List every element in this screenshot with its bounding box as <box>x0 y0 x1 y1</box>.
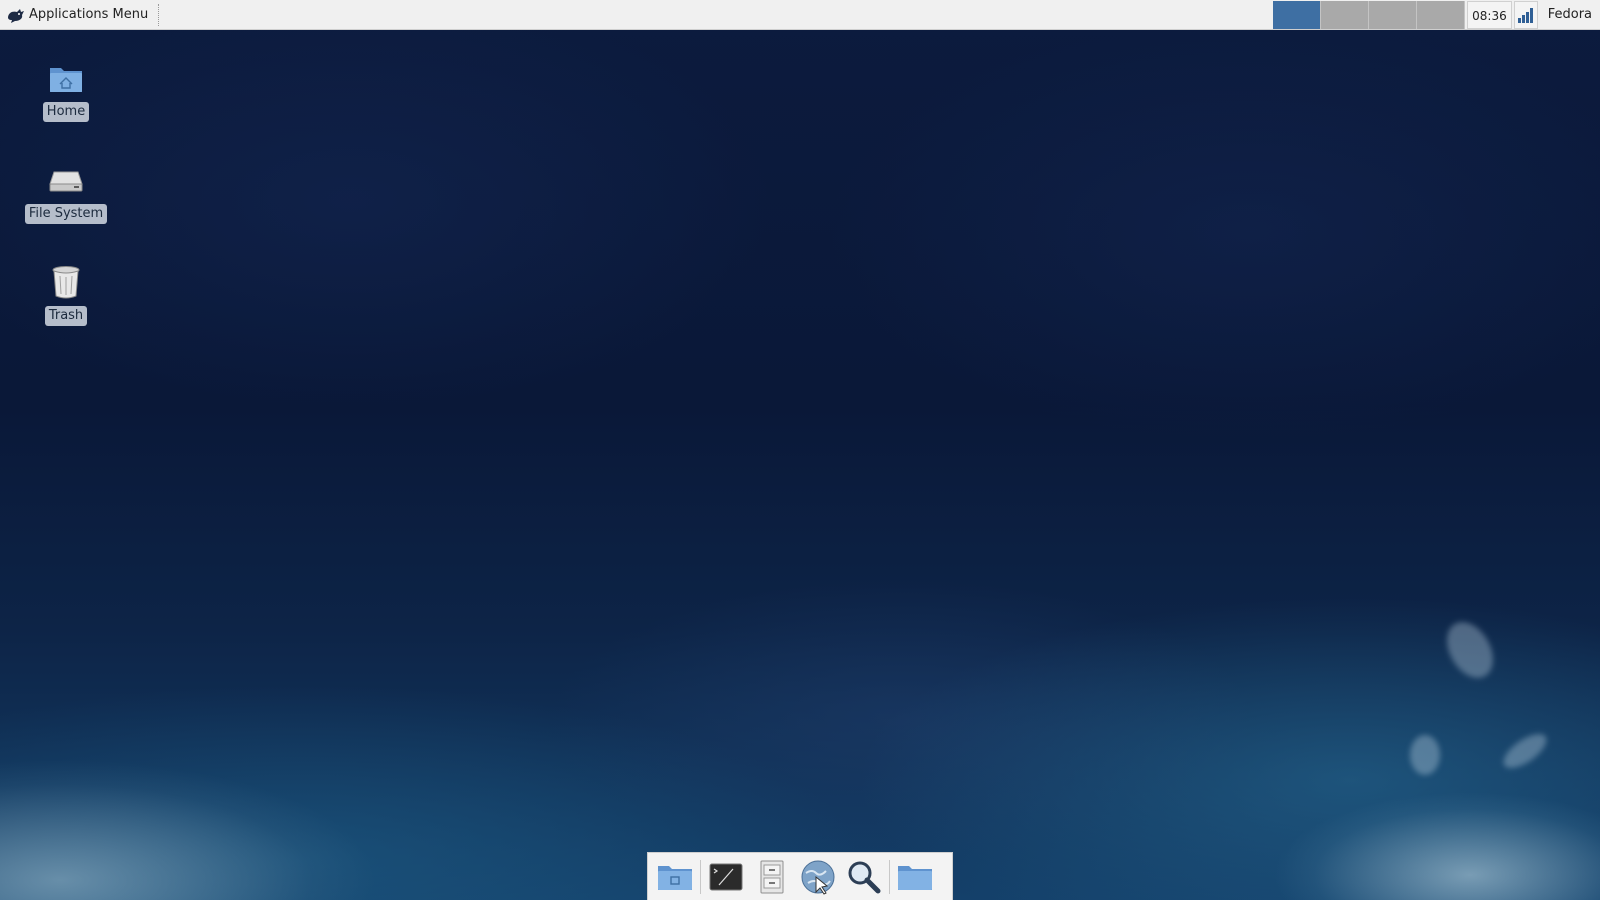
folder-icon <box>898 865 932 890</box>
desktop-wallpaper <box>0 0 1600 900</box>
desktop-icon-file-system[interactable]: File System <box>16 160 116 224</box>
file-cabinet-icon <box>760 860 784 893</box>
desktop-icon-label: File System <box>24 204 108 224</box>
desktop-icon-label: Trash <box>44 306 88 326</box>
dock-separator <box>889 859 890 894</box>
user-menu[interactable]: Fedora <box>1538 7 1600 22</box>
folder-launcher[interactable] <box>892 855 938 899</box>
workspace-1[interactable] <box>1273 0 1322 29</box>
xfce-mouse-icon <box>8 8 24 23</box>
workspace-3[interactable] <box>1369 0 1418 29</box>
search-icon <box>848 861 881 893</box>
desktop-icon-label: Home <box>42 102 90 122</box>
trash-icon <box>46 262 86 302</box>
show-desktop-button[interactable] <box>652 855 698 899</box>
workspace-2[interactable] <box>1321 0 1370 29</box>
bottom-dock <box>647 852 953 900</box>
desktop-icon-trash[interactable]: Trash <box>16 262 116 326</box>
applications-menu-label: Applications Menu <box>29 7 149 22</box>
terminal-launcher[interactable] <box>703 855 749 899</box>
search-launcher[interactable] <box>841 855 887 899</box>
web-browser-icon <box>801 860 835 895</box>
workspace-switcher <box>1273 0 1466 29</box>
web-browser-launcher[interactable] <box>795 855 841 899</box>
terminal-icon <box>709 863 743 890</box>
show-desktop-icon <box>658 865 692 890</box>
file-cabinet-launcher[interactable] <box>749 855 795 899</box>
applications-menu-button[interactable]: Applications Menu <box>0 0 156 30</box>
clock[interactable]: 08:36 <box>1467 0 1512 29</box>
home-folder-icon <box>46 58 86 98</box>
desktop-icon-home[interactable]: Home <box>16 58 116 122</box>
workspace-4[interactable] <box>1417 0 1466 29</box>
drive-icon <box>46 160 86 200</box>
top-panel: Applications Menu 08:36 Fedora <box>0 0 1600 30</box>
dock-separator <box>700 859 701 894</box>
network-signal-icon[interactable] <box>1513 0 1538 29</box>
panel-separator <box>158 3 160 26</box>
